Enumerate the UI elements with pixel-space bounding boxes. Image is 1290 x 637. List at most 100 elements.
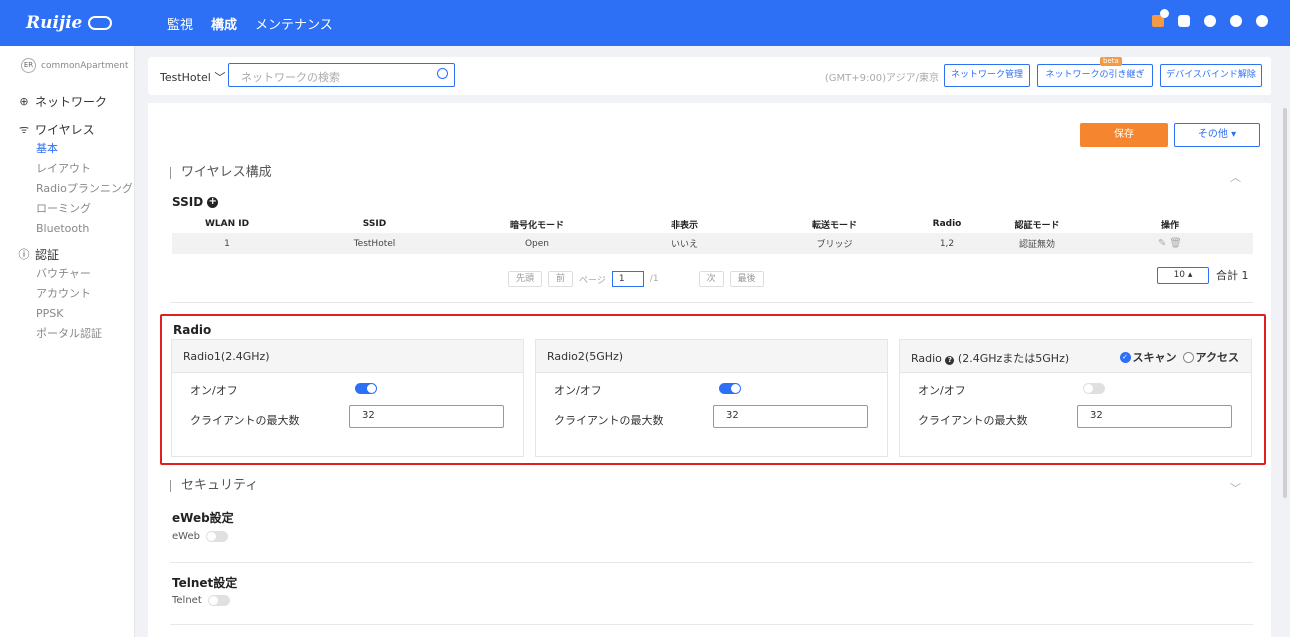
cell-wlan-id: 1 <box>172 233 282 254</box>
info-icon: ⓘ <box>18 248 30 261</box>
more-button[interactable]: その他 ▾ <box>1174 123 1260 147</box>
top-icons <box>1152 9 1268 27</box>
network-management-button[interactable]: ネットワーク管理 <box>944 64 1030 87</box>
sidebar-item-layout[interactable]: レイアウト <box>0 159 134 179</box>
user-icon[interactable] <box>1256 15 1268 27</box>
search-placeholder: ネットワークの検索 <box>241 71 340 84</box>
divider <box>170 624 1253 625</box>
ssid-table: WLAN ID SSID 暗号化モード 非表示 転送モード Radio 認証モー… <box>172 215 1253 254</box>
cell-encryption: Open <box>467 233 607 254</box>
radio1-toggle[interactable] <box>355 383 377 394</box>
page-input[interactable]: 1 <box>611 271 644 287</box>
add-ssid-icon[interactable]: + <box>207 196 219 208</box>
radio3-header-suffix: (2.4GHzまたは5GHz) <box>957 352 1070 365</box>
search-icon[interactable] <box>437 68 448 79</box>
unbind-device-button[interactable]: デバイスバインド解除 <box>1160 64 1262 87</box>
notification-icon[interactable] <box>1152 9 1169 27</box>
telnet-row: Telnet <box>172 595 230 606</box>
telnet-toggle[interactable] <box>207 595 230 606</box>
chevron-up-icon[interactable]: ︿ <box>1230 169 1241 185</box>
radio2-clients-label: クライアントの最大数 <box>554 414 664 427</box>
radio2-header: Radio2(5GHz) <box>536 340 887 373</box>
col-actions: 操作 <box>1160 220 1179 231</box>
sidebar-item-basic[interactable]: 基本 <box>0 139 134 159</box>
delete-icon[interactable]: 🗑 <box>1169 238 1182 249</box>
cell-ssid: TestHotel <box>282 233 467 254</box>
sidebar-group-wireless[interactable]: ᯤ ワイヤレス <box>0 119 134 139</box>
radio1-toggle-label: オン/オフ <box>190 384 238 397</box>
help-icon[interactable] <box>1204 15 1216 27</box>
check-circle-icon[interactable]: ✓ <box>1119 351 1131 363</box>
sidebar-group-label: ワイヤレス <box>35 122 95 137</box>
project-name: commonApartment <box>41 60 129 71</box>
eweb-toggle[interactable] <box>205 531 228 542</box>
sidebar-item-bluetooth[interactable]: Bluetooth <box>0 219 134 239</box>
chevron-down-icon[interactable]: ﹀ <box>1230 480 1241 496</box>
sidebar-item-roaming[interactable]: ローミング <box>0 199 134 219</box>
table-header: WLAN ID SSID 暗号化モード 非表示 転送モード Radio 認証モー… <box>172 215 1253 233</box>
sidebar-item-portal-auth[interactable]: ポータル認証 <box>0 324 134 344</box>
col-hidden: 非表示 <box>670 220 698 231</box>
beta-badge: beta <box>1100 57 1122 66</box>
sidebar-group-auth[interactable]: ⓘ 認証 <box>0 244 134 264</box>
prev-page-button[interactable]: 前 <box>548 271 574 287</box>
next-page-button[interactable]: 次 <box>698 271 724 287</box>
nav-config[interactable]: 構成 <box>211 14 237 33</box>
col-forward-mode: 転送モード <box>811 220 857 231</box>
col-radio: Radio <box>932 219 962 229</box>
radio2-clients-input[interactable]: 32 <box>713 405 868 428</box>
radio3-toggle[interactable] <box>1083 383 1105 394</box>
language-icon[interactable] <box>1230 15 1242 27</box>
radio3-header-prefix: Radio <box>911 352 942 365</box>
radio-title: Radio <box>173 323 212 337</box>
sidebar-item-account[interactable]: アカウント <box>0 284 134 304</box>
divider <box>170 302 1253 303</box>
project-avatar: ER <box>21 58 36 73</box>
sidebar-item-voucher[interactable]: バウチャー <box>0 264 134 284</box>
sidebar-group-label: 認証 <box>35 247 60 262</box>
last-page-button[interactable]: 最後 <box>729 271 764 287</box>
col-encryption: 暗号化モード <box>509 220 564 231</box>
ssid-label: SSID <box>172 195 204 209</box>
sidebar: ER commonApartment ⊕ ネットワーク ᯤ ワイヤレス 基本 レ… <box>0 46 135 637</box>
mode-scan-label[interactable]: スキャン <box>1133 349 1177 365</box>
cell-radio: 1,2 <box>907 233 987 254</box>
project-selector[interactable]: ER commonApartment <box>0 46 134 73</box>
globe-icon: ⊕ <box>19 94 29 108</box>
settings-icon[interactable] <box>1178 15 1190 27</box>
radio3-mode-selector: ✓ スキャン アクセス <box>1119 349 1239 365</box>
help-icon[interactable]: ? <box>945 356 955 365</box>
sidebar-item-radio-planning[interactable]: Radioプランニング <box>0 179 134 199</box>
network-search[interactable]: ネットワークの検索 <box>228 63 455 87</box>
radio1-clients-label: クライアントの最大数 <box>190 414 300 427</box>
nav-monitor[interactable]: 監視 <box>167 14 193 33</box>
first-page-button[interactable]: 先頭 <box>508 271 543 287</box>
scrollbar[interactable] <box>1283 108 1287 498</box>
sidebar-item-ppsk[interactable]: PPSK <box>0 304 134 324</box>
mode-access-label[interactable]: アクセス <box>1196 349 1239 365</box>
col-auth-mode: 認証モード <box>1014 220 1060 231</box>
radio2-toggle-label: オン/オフ <box>554 384 602 397</box>
network-handover-button[interactable]: ネットワークの引き継ぎ beta <box>1037 57 1153 87</box>
top-bar: Ruijie 監視 構成 メンテナンス <box>0 0 1290 46</box>
ssid-header: SSID + <box>172 195 219 209</box>
save-button[interactable]: 保存 <box>1080 123 1168 147</box>
radio2-toggle[interactable] <box>719 383 741 394</box>
hotel-selector[interactable]: TestHotel ﹀ <box>160 69 225 85</box>
network-bar: TestHotel ﹀ ネットワークの検索 (GMT+9:00)アジア/東京 ネ… <box>148 57 1271 95</box>
edit-icon[interactable]: ✎ <box>1158 238 1166 249</box>
radio-button-icon[interactable] <box>1182 351 1194 363</box>
telnet-label: Telnet <box>172 595 202 606</box>
radio-section: Radio Radio1(2.4GHz) オン/オフ クライアントの最大数 32… <box>160 314 1266 465</box>
nav-maintenance[interactable]: メンテナンス <box>255 14 333 33</box>
page-size-select[interactable]: 10 ▴ <box>1157 267 1209 284</box>
radio1-card: Radio1(2.4GHz) オン/オフ クライアントの最大数 32 <box>171 339 524 457</box>
cell-actions: ✎ 🗑 <box>1087 233 1253 254</box>
cell-forward-mode: ブリッジ <box>762 233 907 254</box>
radio1-clients-input[interactable]: 32 <box>349 405 504 428</box>
sidebar-group-network[interactable]: ⊕ ネットワーク <box>0 91 134 111</box>
radio3-clients-input[interactable]: 32 <box>1077 405 1232 428</box>
wifi-icon: ᯤ <box>18 122 30 136</box>
ruijie-logo[interactable]: Ruijie <box>0 0 135 46</box>
wireless-section-title: ワイヤレス構成 <box>170 166 272 179</box>
